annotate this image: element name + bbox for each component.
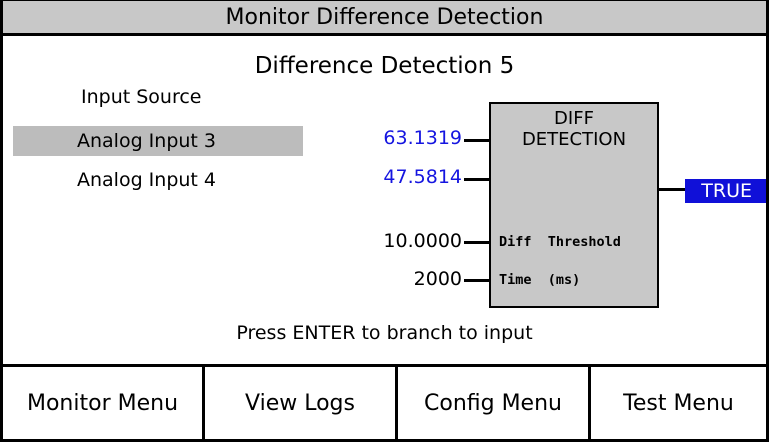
- instruction-text: Press ENTER to branch to input: [236, 322, 533, 344]
- threshold-port-label: Diff Threshold: [499, 234, 621, 250]
- input-label: Analog Input 4: [77, 169, 217, 191]
- time-value: 2000: [413, 268, 462, 290]
- input-row-analog-input-4[interactable]: Analog Input 4: [13, 165, 303, 195]
- test-menu-button[interactable]: Test Menu: [591, 367, 766, 439]
- screen: Monitor Difference Detection Difference …: [0, 0, 769, 442]
- connector-line: [464, 139, 489, 142]
- config-menu-button[interactable]: Config Menu: [398, 367, 591, 439]
- threshold-value: 10.0000: [383, 230, 462, 252]
- block-title-line2: DETECTION: [521, 129, 627, 150]
- block-title-line1: DIFF: [554, 108, 594, 129]
- connector-line: [464, 279, 489, 282]
- input-row-analog-input-3[interactable]: Analog Input 3: [13, 126, 303, 156]
- softkey-menu-bar: Monitor Menu View Logs Config Menu Test …: [3, 364, 766, 439]
- block-name: Difference Detection 5: [254, 53, 515, 79]
- input-source-heading: Input Source: [81, 86, 202, 108]
- page-title: Monitor Difference Detection: [3, 0, 766, 36]
- output-status-badge: TRUE: [685, 179, 766, 203]
- input-1-value: 63.1319: [383, 127, 462, 149]
- time-port-label: Time (ms): [499, 272, 581, 288]
- input-label: Analog Input 3: [77, 130, 217, 152]
- connector-line: [464, 178, 489, 181]
- input-2-value: 47.5814: [383, 166, 462, 188]
- diff-detection-block: DIFF DETECTION Diff Threshold Time (ms): [489, 102, 659, 308]
- monitor-menu-button[interactable]: Monitor Menu: [3, 367, 205, 439]
- output-connector-line: [659, 188, 685, 191]
- view-logs-button[interactable]: View Logs: [205, 367, 398, 439]
- connector-line: [464, 241, 489, 244]
